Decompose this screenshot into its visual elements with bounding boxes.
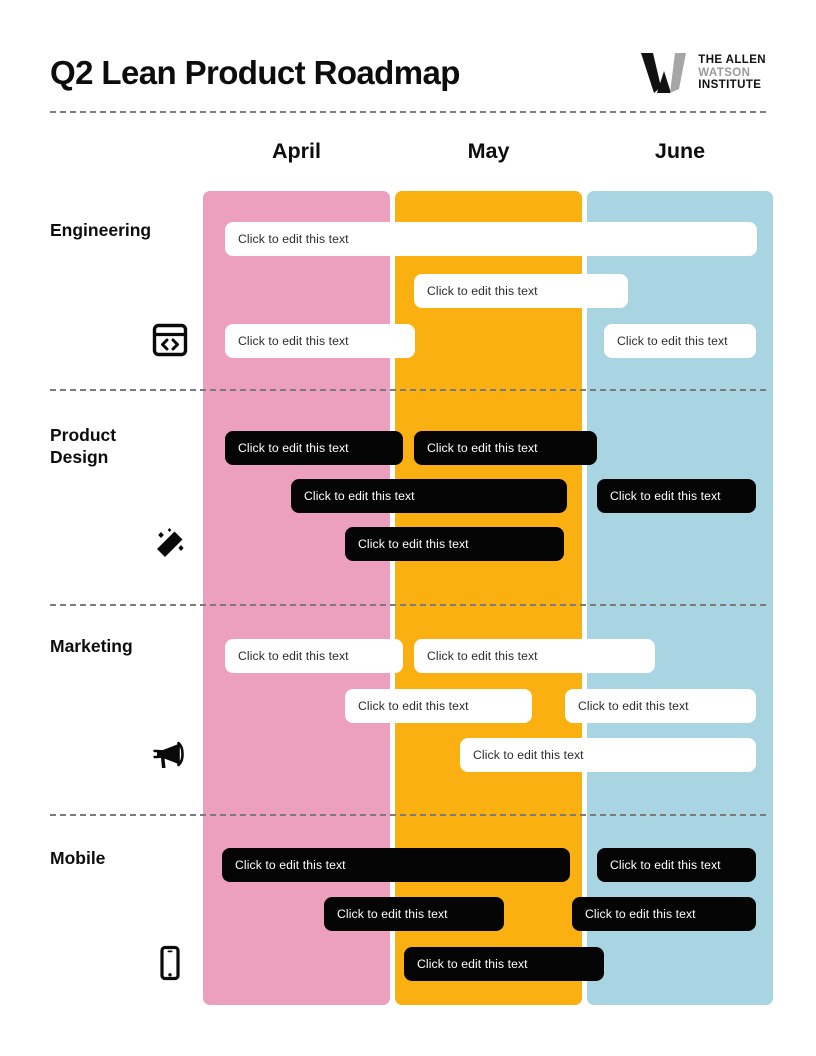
task-bar[interactable]: Click to edit this text xyxy=(345,527,564,561)
month-label-april: April xyxy=(272,139,321,163)
task-bar[interactable]: Click to edit this text xyxy=(597,479,756,513)
task-bar[interactable]: Click to edit this text xyxy=(604,324,756,358)
month-header-row: April May June xyxy=(203,139,773,173)
task-bar[interactable]: Click to edit this text xyxy=(414,274,628,308)
month-column-april xyxy=(203,191,390,1005)
row-divider-product-design xyxy=(50,604,766,606)
task-bar[interactable]: Click to edit this text xyxy=(572,897,756,931)
task-bar[interactable]: Click to edit this text xyxy=(222,848,570,882)
logo-line-3: INSTITUTE xyxy=(698,79,762,92)
row-label-product-design: Product Design xyxy=(50,425,117,468)
row-divider-engineering xyxy=(50,389,766,391)
row-label-mobile: Mobile xyxy=(50,848,106,868)
mobile-phone-icon xyxy=(152,945,188,981)
task-bar[interactable]: Click to edit this text xyxy=(324,897,504,931)
month-label-may: May xyxy=(467,139,510,163)
page-header: Q2 Lean Product Roadmap THE ALLEN WATSON… xyxy=(50,44,766,102)
month-columns xyxy=(203,191,773,1005)
task-bar[interactable]: Click to edit this text xyxy=(225,431,403,465)
task-bar[interactable]: Click to edit this text xyxy=(345,689,532,723)
w-logo-icon xyxy=(641,53,687,93)
month-label-june: June xyxy=(654,139,706,163)
row-divider-marketing xyxy=(50,814,766,816)
row-label-engineering: Engineering xyxy=(50,220,152,240)
task-bar[interactable]: Click to edit this text xyxy=(225,639,403,673)
megaphone-icon xyxy=(152,736,188,772)
brand-logo: THE ALLEN WATSON INSTITUTE xyxy=(637,51,766,95)
code-window-icon xyxy=(152,322,188,358)
task-bar[interactable]: Click to edit this text xyxy=(225,222,757,256)
row-label-marketing: Marketing xyxy=(50,636,133,656)
month-column-may xyxy=(395,191,582,1005)
header-divider xyxy=(50,111,766,113)
task-bar[interactable]: Click to edit this text xyxy=(225,324,415,358)
task-bar[interactable]: Click to edit this text xyxy=(414,639,655,673)
task-bar[interactable]: Click to edit this text xyxy=(565,689,756,723)
task-bar[interactable]: Click to edit this text xyxy=(597,848,756,882)
page-title: Q2 Lean Product Roadmap xyxy=(50,54,460,91)
month-column-june xyxy=(587,191,773,1005)
task-bar[interactable]: Click to edit this text xyxy=(460,738,756,772)
task-bar[interactable]: Click to edit this text xyxy=(291,479,567,513)
magic-wand-icon xyxy=(152,526,188,562)
logo-line-1: THE ALLEN xyxy=(698,53,766,66)
logo-wordmark: THE ALLEN WATSON INSTITUTE xyxy=(698,54,766,93)
logo-line-2: WATSON xyxy=(698,66,751,79)
roadmap-page: Q2 Lean Product Roadmap THE ALLEN WATSON… xyxy=(0,0,816,1056)
task-bar[interactable]: Click to edit this text xyxy=(414,431,597,465)
task-bar[interactable]: Click to edit this text xyxy=(404,947,604,981)
